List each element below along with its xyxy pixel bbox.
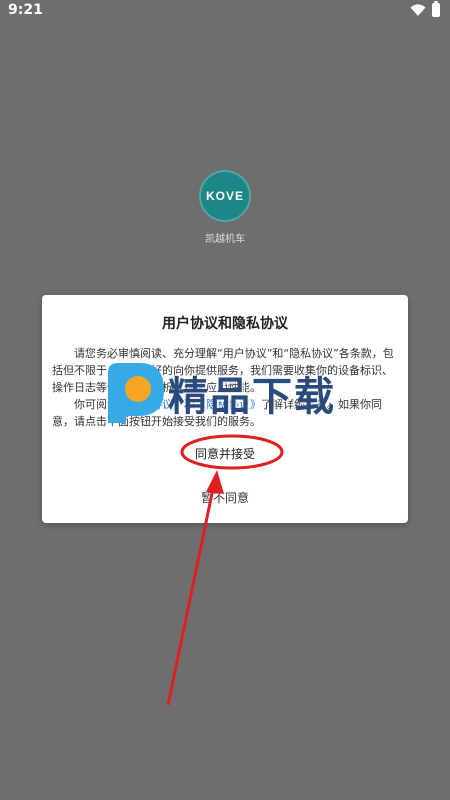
battery-icon: [432, 1, 440, 17]
paragraph2-mid: 和: [184, 398, 195, 411]
status-icons: [410, 1, 440, 17]
paragraph2-start: 你可阅读: [74, 398, 118, 411]
status-time: 9:21: [8, 2, 43, 18]
status-bar: 9:21: [0, 0, 450, 22]
app-name: 凯越机车: [205, 234, 245, 245]
agreement-dialog: 用户协议和隐私协议 请您务必审慎阅读、充分理解“用户协议”和“隐私协议”各条款，…: [42, 295, 408, 523]
app-branding: KOVE 凯越机车: [0, 170, 450, 245]
app-logo: KOVE: [199, 170, 251, 222]
privacy-agreement-link[interactable]: 《隐私协议》: [195, 398, 261, 411]
user-agreement-link[interactable]: 《用户协议》: [118, 398, 184, 411]
dialog-paragraph-2: 你可阅读《用户协议》和《隐私协议》了解详细信息。如果你同意，请点击下面按钮开始接…: [52, 396, 398, 430]
dialog-title: 用户协议和隐私协议: [162, 316, 288, 332]
app-logo-text: KOVE: [205, 189, 244, 203]
dialog-body: 请您务必审慎阅读、充分理解“用户协议”和“隐私协议”各条款，包括但不限于：为了更…: [52, 345, 398, 430]
wifi-icon: [410, 4, 426, 16]
dialog-paragraph-1: 请您务必审慎阅读、充分理解“用户协议”和“隐私协议”各条款，包括但不限于：为了更…: [52, 347, 394, 394]
disagree-button[interactable]: 暂不同意: [42, 489, 408, 506]
agree-button[interactable]: 同意并接受: [42, 445, 408, 462]
